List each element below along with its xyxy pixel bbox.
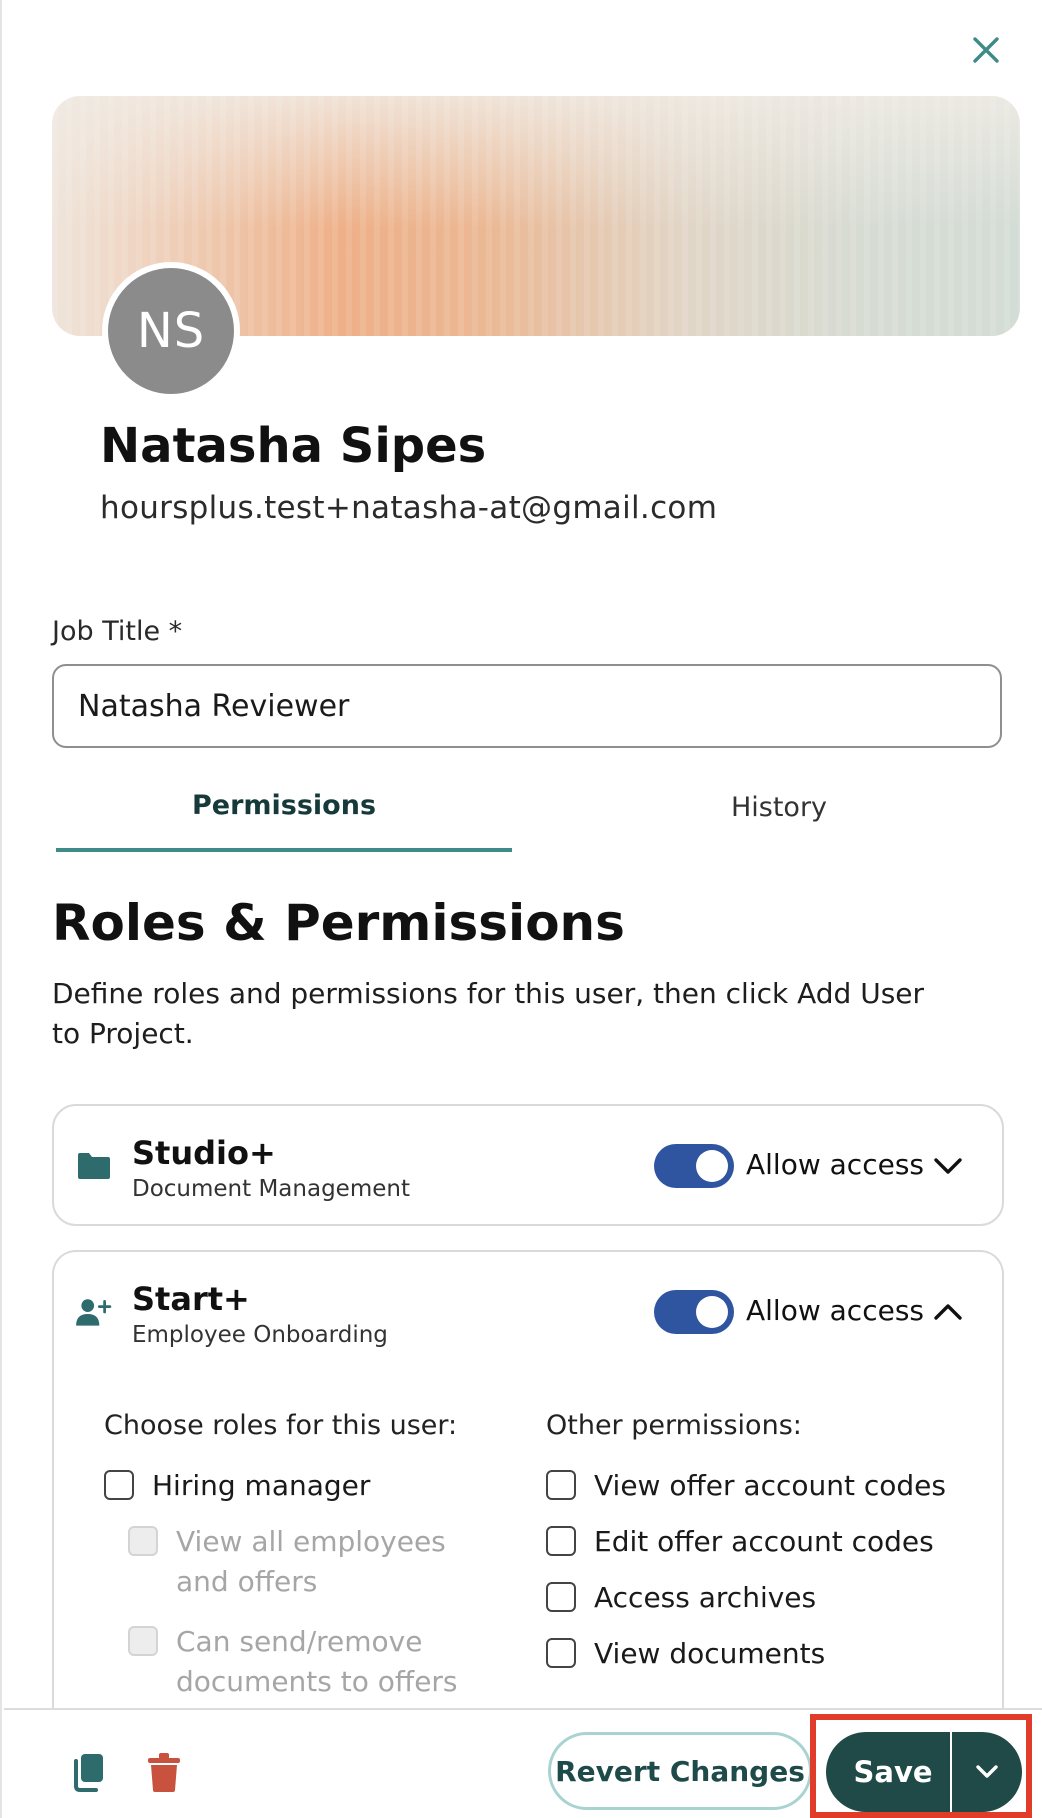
toggle-knob (696, 1296, 728, 1328)
chevron-down-icon (976, 1765, 998, 1778)
chevron-down-icon[interactable] (930, 1148, 966, 1184)
user-details-panel: NS Natasha Sipes hoursplus.test+natasha-… (0, 0, 1042, 1818)
trash-icon[interactable] (144, 1750, 184, 1794)
product-subtitle: Document Management (132, 1176, 410, 1202)
role-hiring-manager[interactable]: Hiring manager (104, 1466, 370, 1506)
allow-access-label: Allow access (746, 1294, 924, 1327)
chevron-up-icon[interactable] (930, 1294, 966, 1330)
checkbox[interactable] (546, 1638, 576, 1668)
section-description: Define roles and permissions for this us… (52, 977, 925, 1050)
checkbox[interactable] (546, 1526, 576, 1556)
user-plus-icon (76, 1299, 112, 1326)
product-name: Start+ (132, 1280, 250, 1318)
perm-view-offer-account-codes[interactable]: View offer account codes (546, 1466, 946, 1506)
save-label: Save (853, 1755, 933, 1789)
product-card-studio: Studio+ Document Management Allow access (52, 1104, 1004, 1226)
section-title: Roles & Permissions (52, 894, 625, 952)
checkbox[interactable] (546, 1582, 576, 1612)
role-send-remove-documents: Can send/remove documents to offers (128, 1622, 498, 1702)
job-title-label: Job Title * (52, 616, 183, 647)
user-email: hoursplus.test+natasha-at@gmail.com (100, 490, 718, 526)
checkbox (128, 1526, 158, 1556)
checkbox-label: View all employees and offers (176, 1525, 446, 1598)
checkbox-label: Edit offer account codes (594, 1525, 934, 1558)
checkbox[interactable] (104, 1470, 134, 1500)
checkbox-label: Hiring manager (152, 1469, 371, 1502)
toggle-knob (696, 1150, 728, 1182)
folder-icon (78, 1153, 110, 1179)
roles-heading: Choose roles for this user: (104, 1410, 458, 1441)
checkbox-label: Can send/remove documents to offers (176, 1625, 458, 1698)
allow-access-toggle[interactable] (654, 1290, 734, 1334)
copy-icon[interactable] (68, 1750, 108, 1794)
footer-bar: Revert Changes Save (4, 1708, 1042, 1818)
other-permissions-heading: Other permissions: (546, 1410, 802, 1441)
checkbox[interactable] (546, 1470, 576, 1500)
tab-history[interactable]: History (556, 790, 1002, 852)
perm-view-documents[interactable]: View documents (546, 1634, 825, 1674)
checkbox (128, 1626, 158, 1656)
revert-changes-button[interactable]: Revert Changes (548, 1732, 812, 1810)
job-title-input[interactable] (52, 664, 1002, 748)
save-options-button[interactable] (952, 1732, 1022, 1812)
avatar-initials: NS (136, 303, 206, 359)
allow-access-toggle[interactable] (654, 1144, 734, 1188)
product-name: Studio+ (132, 1134, 276, 1172)
close-icon (973, 37, 999, 63)
close-button[interactable] (966, 30, 1006, 70)
save-button[interactable]: Save (826, 1732, 950, 1812)
perm-access-archives[interactable]: Access archives (546, 1578, 816, 1618)
checkbox-label: View offer account codes (594, 1469, 946, 1502)
checkbox-label: Access archives (594, 1581, 817, 1614)
user-name: Natasha Sipes (100, 418, 487, 474)
tab-permissions-label: Permissions (191, 790, 377, 821)
avatar: NS (102, 262, 240, 400)
tab-history-label: History (730, 792, 828, 823)
tab-permissions[interactable]: Permissions (56, 790, 512, 852)
perm-edit-offer-account-codes[interactable]: Edit offer account codes (546, 1522, 934, 1562)
allow-access-label: Allow access (746, 1148, 924, 1181)
role-view-all-employees: View all employees and offers (128, 1522, 498, 1602)
product-subtitle: Employee Onboarding (132, 1322, 388, 1348)
checkbox-label: View documents (594, 1637, 826, 1670)
revert-changes-label: Revert Changes (555, 1754, 805, 1788)
